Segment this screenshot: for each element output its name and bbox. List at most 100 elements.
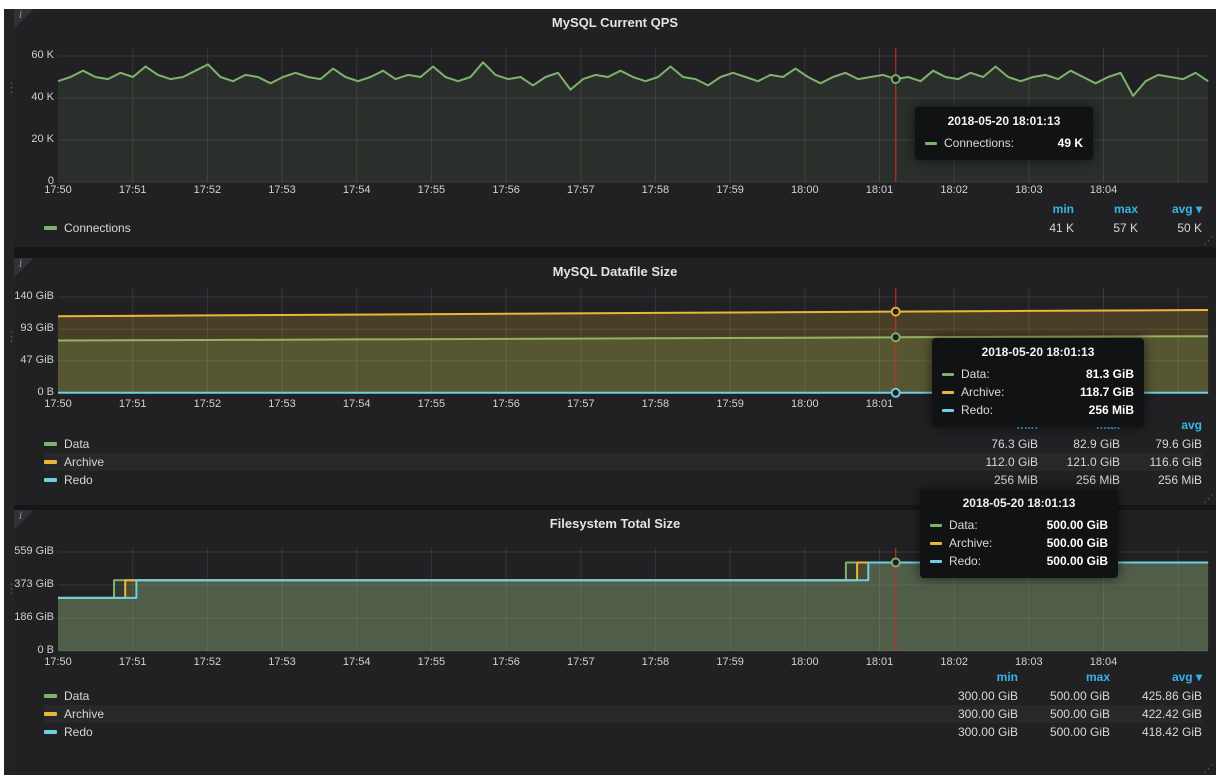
x-tick-label: 17:52 [185, 184, 229, 196]
x-tick-label: 17:53 [260, 656, 304, 668]
legend-header-min[interactable]: min [926, 670, 1018, 687]
tooltip-value: 118.7 GiB [1080, 385, 1134, 399]
x-tick-label: 17:57 [559, 656, 603, 668]
x-tick-label: 17:54 [335, 184, 379, 196]
x-tick-label: 17:50 [36, 184, 80, 196]
x-tick-label: 18:00 [783, 398, 827, 410]
x-tick-label: 17:56 [484, 656, 528, 668]
tooltip: 2018-05-20 18:01:13 Data:81.3 GiB Archiv… [932, 338, 1144, 427]
panel-info-icon[interactable]: i [14, 258, 34, 278]
grafana-dashboard: ⋮ ⋮ ⋮ i MySQL Current QPS min max avg ▾ … [0, 0, 1224, 784]
legend-series-data[interactable]: Data [44, 437, 956, 451]
legend-series-label: Redo [64, 725, 93, 739]
legend-series-redo[interactable]: Redo [44, 725, 926, 739]
y-tick-label: 373 GiB [14, 578, 54, 590]
tooltip-value: 256 MiB [1089, 403, 1134, 417]
legend-header-avg[interactable]: avg ▾ [1110, 670, 1202, 687]
x-tick-label: 17:57 [559, 184, 603, 196]
legend-stat-max: 82.9 GiB [1038, 437, 1120, 451]
dashboard-area: ⋮ ⋮ ⋮ i MySQL Current QPS min max avg ▾ … [4, 9, 1216, 775]
legend-series-label: Archive [64, 707, 104, 721]
tooltip-row: Connections:49 K [925, 134, 1083, 152]
x-tick-label: 17:52 [185, 656, 229, 668]
x-tick-label: 17:56 [484, 398, 528, 410]
resize-grip[interactable]: ⋰ [1203, 234, 1214, 247]
legend-series-archive[interactable]: Archive [44, 707, 926, 721]
x-tick-label: 17:54 [335, 398, 379, 410]
x-tick-label: 17:55 [409, 656, 453, 668]
x-tick-label: 18:03 [1007, 184, 1051, 196]
y-tick-label: 60 K [14, 49, 54, 61]
tooltip-time: 2018-05-20 18:01:13 [930, 496, 1108, 510]
legend-stats-header: min max avg ▾ [44, 670, 1202, 687]
series-color-dash-icon [930, 542, 942, 545]
x-tick-label: 18:04 [1082, 184, 1126, 196]
panel-info-icon[interactable]: i [14, 9, 34, 29]
legend-header-max[interactable]: max [1074, 202, 1138, 219]
legend-series-data[interactable]: Data [44, 689, 926, 703]
series-color-dash-icon [44, 694, 57, 698]
legend-series-label: Redo [64, 473, 93, 487]
y-tick-label: 559 GiB [14, 545, 54, 557]
info-icon-glyph: i [19, 511, 22, 522]
legend-row: Archive 300.00 GiB 500.00 GiB 422.42 GiB [44, 705, 1202, 723]
x-tick-label: 18:03 [1007, 656, 1051, 668]
legend-series-label: Data [64, 437, 89, 451]
tooltip-row: Archive:118.7 GiB [942, 383, 1134, 401]
tooltip-value: 500.00 GiB [1047, 554, 1108, 568]
legend-stat-min: 300.00 GiB [926, 689, 1018, 703]
x-tick-label: 18:01 [858, 656, 902, 668]
legend-stat-avg: 79.6 GiB [1120, 437, 1202, 451]
tooltip-label: Redo: [961, 403, 993, 417]
tooltip: 2018-05-20 18:01:13 Connections:49 K [915, 107, 1093, 160]
legend-stat-max: 500.00 GiB [1018, 725, 1110, 739]
legend-series-connections[interactable]: Connections [44, 221, 1010, 235]
tooltip-row: Archive:500.00 GiB [930, 534, 1108, 552]
legend-stat-min: 41 K [1010, 221, 1074, 235]
legend-series-archive[interactable]: Archive [44, 455, 956, 469]
legend-header-max[interactable]: max [1018, 670, 1110, 687]
legend-stat-max: 121.0 GiB [1038, 455, 1120, 469]
legend-header-avg[interactable]: avg ▾ [1138, 202, 1202, 219]
x-tick-label: 18:02 [932, 656, 976, 668]
cursor-marker [892, 559, 900, 567]
info-icon-glyph: i [19, 259, 22, 270]
x-tick-label: 17:51 [111, 398, 155, 410]
panel-title[interactable]: MySQL Datafile Size [14, 264, 1216, 279]
legend-stat-min: 256 MiB [956, 473, 1038, 487]
tooltip-label: Archive: [949, 536, 992, 550]
legend-stat-avg: 50 K [1138, 221, 1202, 235]
panel-info-icon[interactable]: i [14, 510, 34, 530]
x-tick-label: 17:57 [559, 398, 603, 410]
legend-row: Connections 41 K 57 K 50 K [44, 219, 1202, 237]
legend: min max avg ▾ Data 300.00 GiB 500.00 GiB… [44, 670, 1202, 741]
x-tick-label: 17:59 [708, 184, 752, 196]
x-tick-label: 17:51 [111, 656, 155, 668]
legend-series-redo[interactable]: Redo [44, 473, 956, 487]
tooltip-value: 49 K [1058, 136, 1083, 150]
x-tick-label: 17:50 [36, 656, 80, 668]
legend-row: Archive 112.0 GiB 121.0 GiB 116.6 GiB [44, 453, 1202, 471]
panel-title[interactable]: MySQL Current QPS [14, 15, 1216, 30]
legend-stat-avg: 256 MiB [1120, 473, 1202, 487]
tooltip-time: 2018-05-20 18:01:13 [942, 345, 1134, 359]
x-tick-label: 17:53 [260, 184, 304, 196]
resize-grip[interactable]: ⋰ [1203, 762, 1214, 775]
legend-stat-min: 112.0 GiB [956, 455, 1038, 469]
series-color-dash-icon [44, 730, 57, 734]
y-tick-label: 0 B [14, 644, 54, 656]
series-color-dash-icon [44, 226, 57, 230]
legend-stat-max: 500.00 GiB [1018, 707, 1110, 721]
cursor-marker [892, 333, 900, 341]
legend-stat-avg: 418.42 GiB [1110, 725, 1202, 739]
tooltip-row: Redo: 256 MiB [942, 401, 1134, 419]
legend-stat-min: 76.3 GiB [956, 437, 1038, 451]
y-tick-label: 0 B [14, 386, 54, 398]
x-tick-label: 17:59 [708, 656, 752, 668]
legend-header-min[interactable]: min [1010, 202, 1074, 219]
resize-grip[interactable]: ⋰ [1203, 492, 1214, 505]
x-tick-label: 17:53 [260, 398, 304, 410]
series-color-dash-icon [44, 712, 57, 716]
y-tick-label: 186 GiB [14, 611, 54, 623]
x-tick-label: 17:51 [111, 184, 155, 196]
